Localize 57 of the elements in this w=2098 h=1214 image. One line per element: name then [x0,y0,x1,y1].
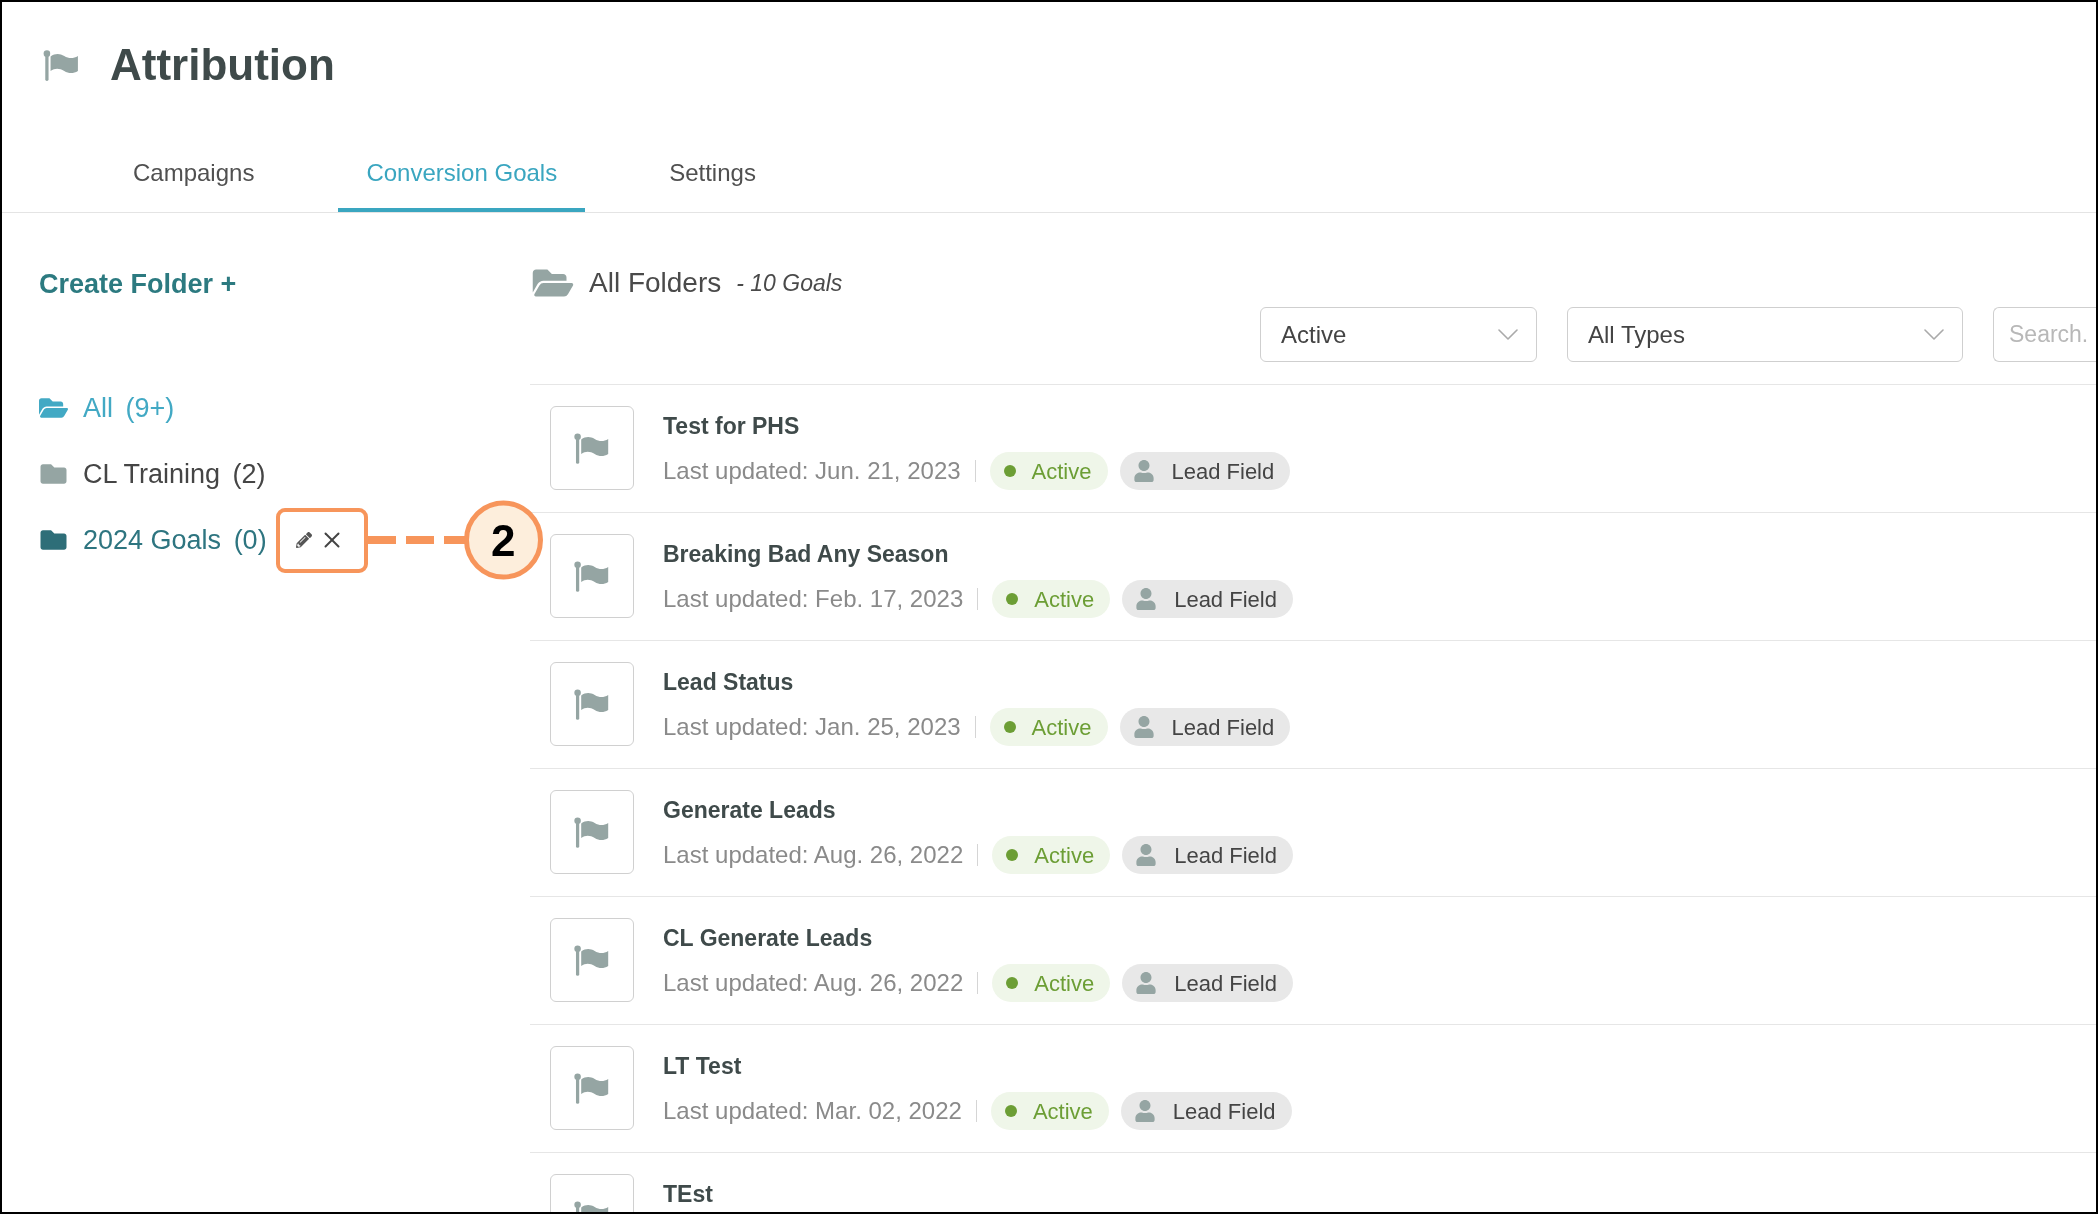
tab[interactable]: Campaigns [105,128,283,212]
type-text: Lead Field [1174,841,1277,870]
last-updated-text: Last updated: Jun. 21, 2023 [663,456,961,486]
last-updated-text: Last updated: Mar. 02, 2022 [663,1096,962,1126]
flag-icon [550,534,634,618]
last-updated-text: Last updated: Aug. 26, 2022 [663,840,964,870]
flag-icon [550,662,634,746]
callout-badge: 2 [463,500,543,580]
goal-title[interactable]: CL Generate Leads [663,924,873,952]
goal-title[interactable]: LT Test [663,1052,742,1080]
flag-icon [550,406,634,490]
type-text: Lead Field [1174,585,1277,614]
type-text: Lead Field [1174,969,1277,998]
last-updated-text: Last updated: Feb. 17, 2023 [663,584,964,614]
type-text: Lead Field [1171,457,1275,486]
folder-icon [39,461,68,487]
folder-heading: All Folders [589,266,722,300]
status-text: Active [1031,457,1092,486]
goal-title[interactable]: TEst [663,1180,713,1208]
goal-title[interactable]: Lead Status [663,668,794,696]
type-dropdown[interactable]: All Types [1567,307,1963,362]
search-field[interactable]: Search. [1993,307,2096,362]
last-updated-text: Last updated: Aug. 26, 2022 [663,968,964,998]
status-text: Active [1032,1097,1093,1126]
x-icon[interactable] [323,532,340,548]
tab[interactable]: Settings [641,128,784,212]
goal-title[interactable]: Test for PHS [663,412,800,440]
type-text: Lead Field [1172,1097,1276,1126]
folder-item[interactable]: 2024 Goals (0) [39,523,267,557]
person-icon [1136,972,1157,994]
flag-icon [550,918,634,1002]
pencil-icon[interactable] [295,532,312,548]
status-text: Active [1031,713,1092,742]
goal-title[interactable]: Breaking Bad Any Season [663,540,949,568]
page-title: Attribution [110,39,335,91]
chevron-down-icon [1924,329,1944,340]
status-text: Active [1034,841,1095,870]
goal-title[interactable]: Generate Leads [663,796,836,824]
person-icon [1133,716,1154,738]
flag-icon [550,1046,634,1130]
last-updated-text: Last updated: Jan. 25, 2023 [663,712,961,742]
flag-icon [43,49,80,81]
person-icon [1136,588,1157,610]
folder-icon [39,527,68,553]
goal-count: - 10 Goals [736,268,843,298]
folder-item[interactable]: CL Training (2) [39,457,266,491]
status-dropdown[interactable]: Active [1260,307,1537,362]
person-icon [1133,460,1154,482]
person-icon [1136,844,1157,866]
chevron-down-icon [1498,329,1518,340]
status-text: Active [1034,585,1095,614]
flag-icon [550,790,634,874]
open-folder-icon [39,395,68,421]
person-icon [1134,1100,1155,1122]
status-text: Active [1034,969,1095,998]
create-folder-button[interactable]: Create Folder + [39,267,237,301]
type-text: Lead Field [1171,713,1275,742]
